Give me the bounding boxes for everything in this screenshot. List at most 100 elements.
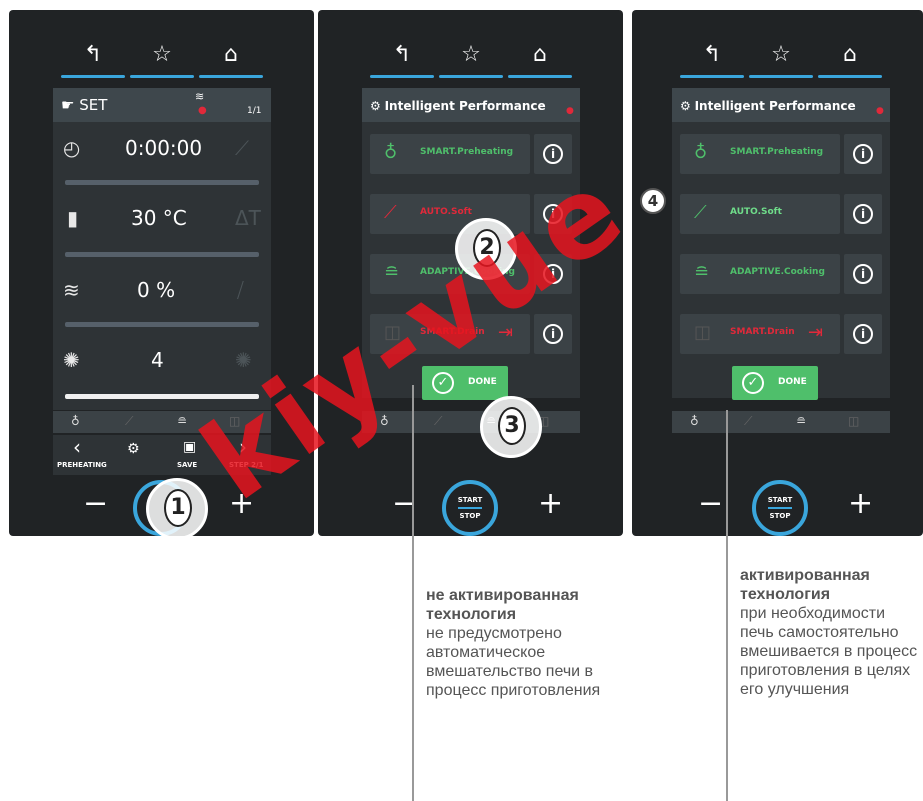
back-button[interactable]: ↰ bbox=[370, 40, 434, 80]
start-stop-divider bbox=[458, 507, 482, 509]
ip-icon-bar: ♁ ⟋ ≘ ◫ bbox=[672, 411, 890, 433]
ip-screen: ⚙ Intelligent Performance ● ♁ SMART.Prehe… bbox=[672, 88, 890, 400]
adaptive-cooking-info-button[interactable]: i bbox=[844, 254, 882, 294]
soft-icon[interactable]: ⟋ bbox=[125, 414, 133, 429]
back-button[interactable]: ↰ bbox=[680, 40, 744, 80]
back-icon: ↰ bbox=[83, 42, 103, 67]
step-count: 1/1 bbox=[247, 106, 262, 116]
adaptive-icon[interactable]: ≘ bbox=[796, 414, 806, 428]
annotation-inactive: не активированная технология не предусмо… bbox=[426, 586, 616, 700]
probe-icon[interactable]: ⟋ bbox=[235, 136, 249, 160]
fan-icon: ✺ bbox=[63, 348, 80, 372]
info-icon: i bbox=[853, 204, 873, 224]
soft-icon: ⟋ bbox=[694, 202, 707, 223]
bulb-icon: ♁ bbox=[694, 142, 708, 163]
set-header: ☛ SET ≋ ● 1/1 bbox=[53, 88, 271, 122]
fan-alt-icon[interactable]: ✺ bbox=[235, 348, 252, 372]
stop-label: STOP bbox=[769, 512, 791, 520]
auto-soft-info-button[interactable]: i bbox=[844, 194, 882, 234]
info-icon: i bbox=[543, 324, 563, 344]
favorites-button[interactable]: ☆ bbox=[130, 40, 194, 80]
oven-panel-ip-on: ↰ ☆ ⌂ ⚙ Intelligent Performance ● ♁ SMART… bbox=[632, 10, 923, 536]
bulb-icon[interactable]: ♁ bbox=[71, 414, 80, 428]
back-button[interactable]: ↰ bbox=[61, 40, 125, 80]
drop-icon: ● bbox=[566, 106, 574, 116]
home-button[interactable]: ⌂ bbox=[199, 40, 263, 80]
done-label: DONE bbox=[778, 377, 807, 387]
adaptive-cooking-label: ADAPTIVE.Cooking bbox=[730, 267, 825, 277]
soft-icon[interactable]: ⟋ bbox=[744, 414, 752, 429]
annotation-active-body: при необходимости печь самостоятельно вм… bbox=[740, 605, 918, 698]
delta-t-label[interactable]: ΔT bbox=[235, 206, 261, 230]
annotation-active-title: активированная технология bbox=[740, 567, 870, 603]
bulb-icon[interactable]: ♁ bbox=[690, 414, 699, 428]
set-label: SET bbox=[79, 96, 108, 114]
drop-icon: ● bbox=[876, 106, 884, 116]
step-number-1: 1 bbox=[164, 489, 192, 527]
ip-title: Intelligent Performance bbox=[694, 99, 856, 113]
done-label: DONE bbox=[468, 377, 497, 387]
temperature-slider[interactable] bbox=[65, 252, 259, 257]
smart-preheating-label: SMART.Preheating bbox=[730, 147, 824, 157]
soft-icon[interactable]: ⟋ bbox=[434, 414, 442, 429]
favorites-button[interactable]: ☆ bbox=[439, 40, 503, 80]
step-hand-1: 1 bbox=[146, 478, 208, 540]
smart-preheating-toggle[interactable]: ♁ SMART.Preheating bbox=[370, 134, 530, 174]
home-icon: ⌂ bbox=[224, 42, 238, 67]
fan-speed-value[interactable]: 4 bbox=[151, 348, 164, 372]
ip-icon: ⚙ bbox=[680, 99, 695, 113]
stop-label: STOP bbox=[459, 512, 481, 520]
home-button[interactable]: ⌂ bbox=[818, 40, 882, 80]
time-value[interactable]: 0:00:00 bbox=[125, 136, 202, 160]
favorites-button[interactable]: ☆ bbox=[749, 40, 813, 80]
smart-preheating-info-button[interactable]: i bbox=[844, 134, 882, 174]
clock-icon: ◴ bbox=[63, 136, 81, 160]
prev-chevron-icon[interactable]: ‹ bbox=[73, 435, 81, 459]
home-icon: ⌂ bbox=[843, 42, 857, 67]
drain-icon[interactable]: ◫ bbox=[848, 414, 859, 428]
humidity-slider[interactable] bbox=[65, 322, 259, 327]
auto-soft-label: AUTO.Soft bbox=[420, 207, 472, 217]
star-icon: ☆ bbox=[152, 42, 172, 67]
minus-button[interactable]: − bbox=[698, 486, 723, 521]
adaptive-cooking-toggle[interactable]: ≘ ADAPTIVE.Cooking bbox=[680, 254, 840, 294]
humidity-value[interactable]: 0 % bbox=[137, 278, 175, 302]
check-icon: ✓ bbox=[742, 372, 764, 394]
annotation-line-right bbox=[726, 410, 728, 801]
set-screen: ☛ SET ≋ ● 1/1 ◴ 0:00:00 ⟋ ▮ 30 °C ΔT ≋ 0… bbox=[53, 88, 271, 410]
start-stop-button[interactable]: START STOP bbox=[752, 480, 808, 536]
vent-icon[interactable]: ⧸ bbox=[237, 278, 244, 302]
top-nav: ↰ ☆ ⌂ bbox=[318, 40, 623, 80]
drain-out-icon: ⇥ bbox=[808, 322, 824, 343]
drain-icon: ◫ bbox=[694, 322, 712, 343]
hand-icon: ☛ bbox=[61, 96, 80, 114]
start-stop-button[interactable]: START STOP bbox=[442, 480, 498, 536]
step-hand-3: 3 bbox=[480, 396, 542, 458]
smart-preheating-label: SMART.Preheating bbox=[420, 147, 514, 157]
ip-header: ⚙ Intelligent Performance ● bbox=[672, 88, 890, 122]
smart-drain-info-button[interactable]: i bbox=[844, 314, 882, 354]
ip-icon: ⚙ bbox=[370, 99, 385, 113]
time-slider[interactable] bbox=[65, 180, 259, 185]
soft-icon: ⟋ bbox=[384, 202, 397, 223]
minus-button[interactable]: − bbox=[83, 486, 108, 521]
smart-drain-toggle[interactable]: ◫ SMART.Drain ⇥ bbox=[680, 314, 840, 354]
ip-settings-icon[interactable]: ⚙ bbox=[127, 441, 140, 457]
save-label[interactable]: SAVE bbox=[177, 461, 197, 469]
ip-header: ⚙ Intelligent Performance ● bbox=[362, 88, 580, 122]
star-icon: ☆ bbox=[771, 42, 791, 67]
prev-step-label[interactable]: PREHEATING bbox=[57, 461, 107, 469]
back-icon: ↰ bbox=[392, 42, 412, 67]
auto-soft-toggle[interactable]: ⟋ AUTO.Soft bbox=[680, 194, 840, 234]
done-button[interactable]: ✓ DONE bbox=[732, 366, 818, 400]
top-nav: ↰ ☆ ⌂ bbox=[632, 40, 923, 80]
temperature-value[interactable]: 30 °C bbox=[131, 206, 187, 230]
plus-button[interactable]: + bbox=[848, 486, 873, 521]
plus-button[interactable]: + bbox=[538, 486, 563, 521]
annotation-active: активированная технология при необходимо… bbox=[740, 566, 920, 699]
star-icon: ☆ bbox=[461, 42, 481, 67]
home-button[interactable]: ⌂ bbox=[508, 40, 572, 80]
smart-preheating-toggle[interactable]: ♁ SMART.Preheating bbox=[680, 134, 840, 174]
thermometer-icon: ▮ bbox=[67, 206, 79, 230]
drop-icon: ● bbox=[198, 105, 207, 116]
